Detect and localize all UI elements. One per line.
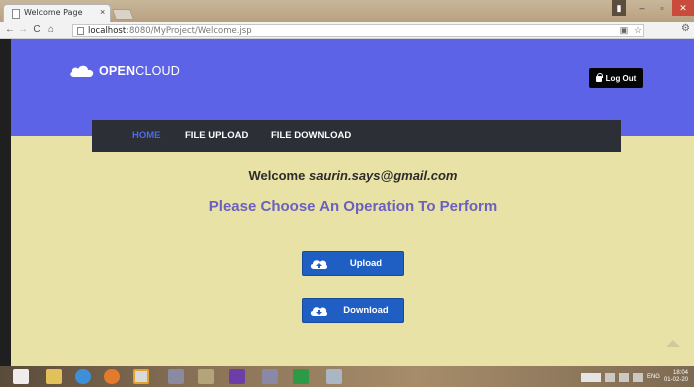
os-taskbar: ENG 18:04 01-02-20 [0, 366, 694, 387]
flag-icon[interactable] [632, 372, 643, 382]
nav-file-upload[interactable]: FILE UPLOAD [185, 130, 248, 141]
new-tab-button[interactable] [111, 9, 135, 20]
page-icon [77, 27, 84, 35]
taskbar-app-icon[interactable] [198, 369, 214, 384]
logo-text: OPENCLOUD [99, 64, 180, 78]
tab-title: Welcome Page [24, 8, 83, 17]
clock[interactable]: 18:04 01-02-20 [664, 370, 688, 384]
upload-button[interactable]: Upload [302, 251, 404, 276]
cloud-upload-icon [303, 258, 335, 270]
site-logo[interactable]: OPENCLOUD [69, 64, 180, 78]
logout-button[interactable]: Log Out [589, 68, 643, 88]
scroll-to-top-icon[interactable] [666, 340, 680, 347]
url-text: localhost:8080/MyProject/Welcome.jsp [88, 26, 252, 36]
network-icon[interactable] [604, 372, 615, 382]
language-indicator[interactable]: ENG [647, 374, 660, 381]
bookmark-star-icon[interactable]: ☆ [633, 25, 643, 36]
reload-icon[interactable]: C [31, 24, 43, 35]
page-favicon-icon [12, 9, 20, 19]
settings-icon[interactable]: ⚙ [681, 23, 690, 34]
file-explorer-icon[interactable] [46, 369, 62, 384]
browser-toolbar: ← → C ⌂ localhost:8080/MyProject/Welcome… [0, 22, 694, 39]
address-bar[interactable]: localhost:8080/MyProject/Welcome.jsp ▣ ☆ [72, 24, 644, 37]
keyboard-icon[interactable] [580, 372, 601, 382]
screen: Welcome Page × ▮ – ▫ ✕ ← → C ⌂ localhost… [0, 0, 694, 387]
taskbar-app-icon[interactable] [326, 369, 342, 384]
cloud-download-icon [303, 305, 335, 317]
welcome-prefix: Welcome [248, 168, 306, 183]
taskbar-app-icon[interactable] [293, 369, 309, 384]
home-icon[interactable]: ⌂ [45, 24, 57, 35]
internet-explorer-icon[interactable] [75, 369, 91, 384]
nav-file-download[interactable]: FILE DOWNLOAD [271, 130, 351, 141]
start-windows-icon[interactable] [13, 369, 29, 384]
welcome-message: Welcome saurin.says@gmail.com [0, 168, 694, 183]
taskbar-app-icon[interactable] [168, 369, 184, 384]
page-action-icon[interactable]: ▣ [619, 25, 629, 36]
forward-arrow-icon[interactable]: → [17, 24, 29, 35]
chrome-icon[interactable] [133, 369, 149, 384]
logout-label: Log Out [605, 73, 637, 83]
download-label: Download [343, 305, 389, 316]
download-button[interactable]: Download [302, 298, 404, 323]
taskbar-app-icon[interactable] [262, 369, 278, 384]
tab-close-icon[interactable]: × [100, 7, 105, 17]
firefox-icon[interactable] [104, 369, 120, 384]
window-controls: ▮ – ▫ ✕ [612, 0, 694, 16]
browser-tab[interactable]: Welcome Page × [3, 4, 111, 22]
visual-studio-icon[interactable] [229, 369, 245, 384]
omnibox-actions: ▣ ☆ [619, 25, 643, 36]
system-tray: ENG 18:04 01-02-20 [580, 370, 688, 384]
lock-icon [595, 73, 603, 82]
main-nav: HOME FILE UPLOAD FILE DOWNLOAD [92, 120, 621, 152]
browser-titlebar: Welcome Page × ▮ – ▫ ✕ [0, 0, 694, 22]
user-email: saurin.says@gmail.com [308, 168, 458, 183]
cloud-icon [69, 64, 95, 78]
nav-home[interactable]: HOME [132, 130, 161, 141]
back-arrow-icon[interactable]: ← [4, 24, 16, 35]
close-window-button[interactable]: ✕ [672, 0, 694, 16]
minimize-button[interactable]: – [632, 0, 652, 16]
volume-icon[interactable] [618, 372, 629, 382]
operation-heading: Please Choose An Operation To Perform [208, 198, 498, 215]
maximize-button[interactable]: ▫ [652, 0, 672, 16]
user-profile-icon[interactable]: ▮ [612, 0, 626, 16]
upload-label: Upload [349, 258, 383, 269]
